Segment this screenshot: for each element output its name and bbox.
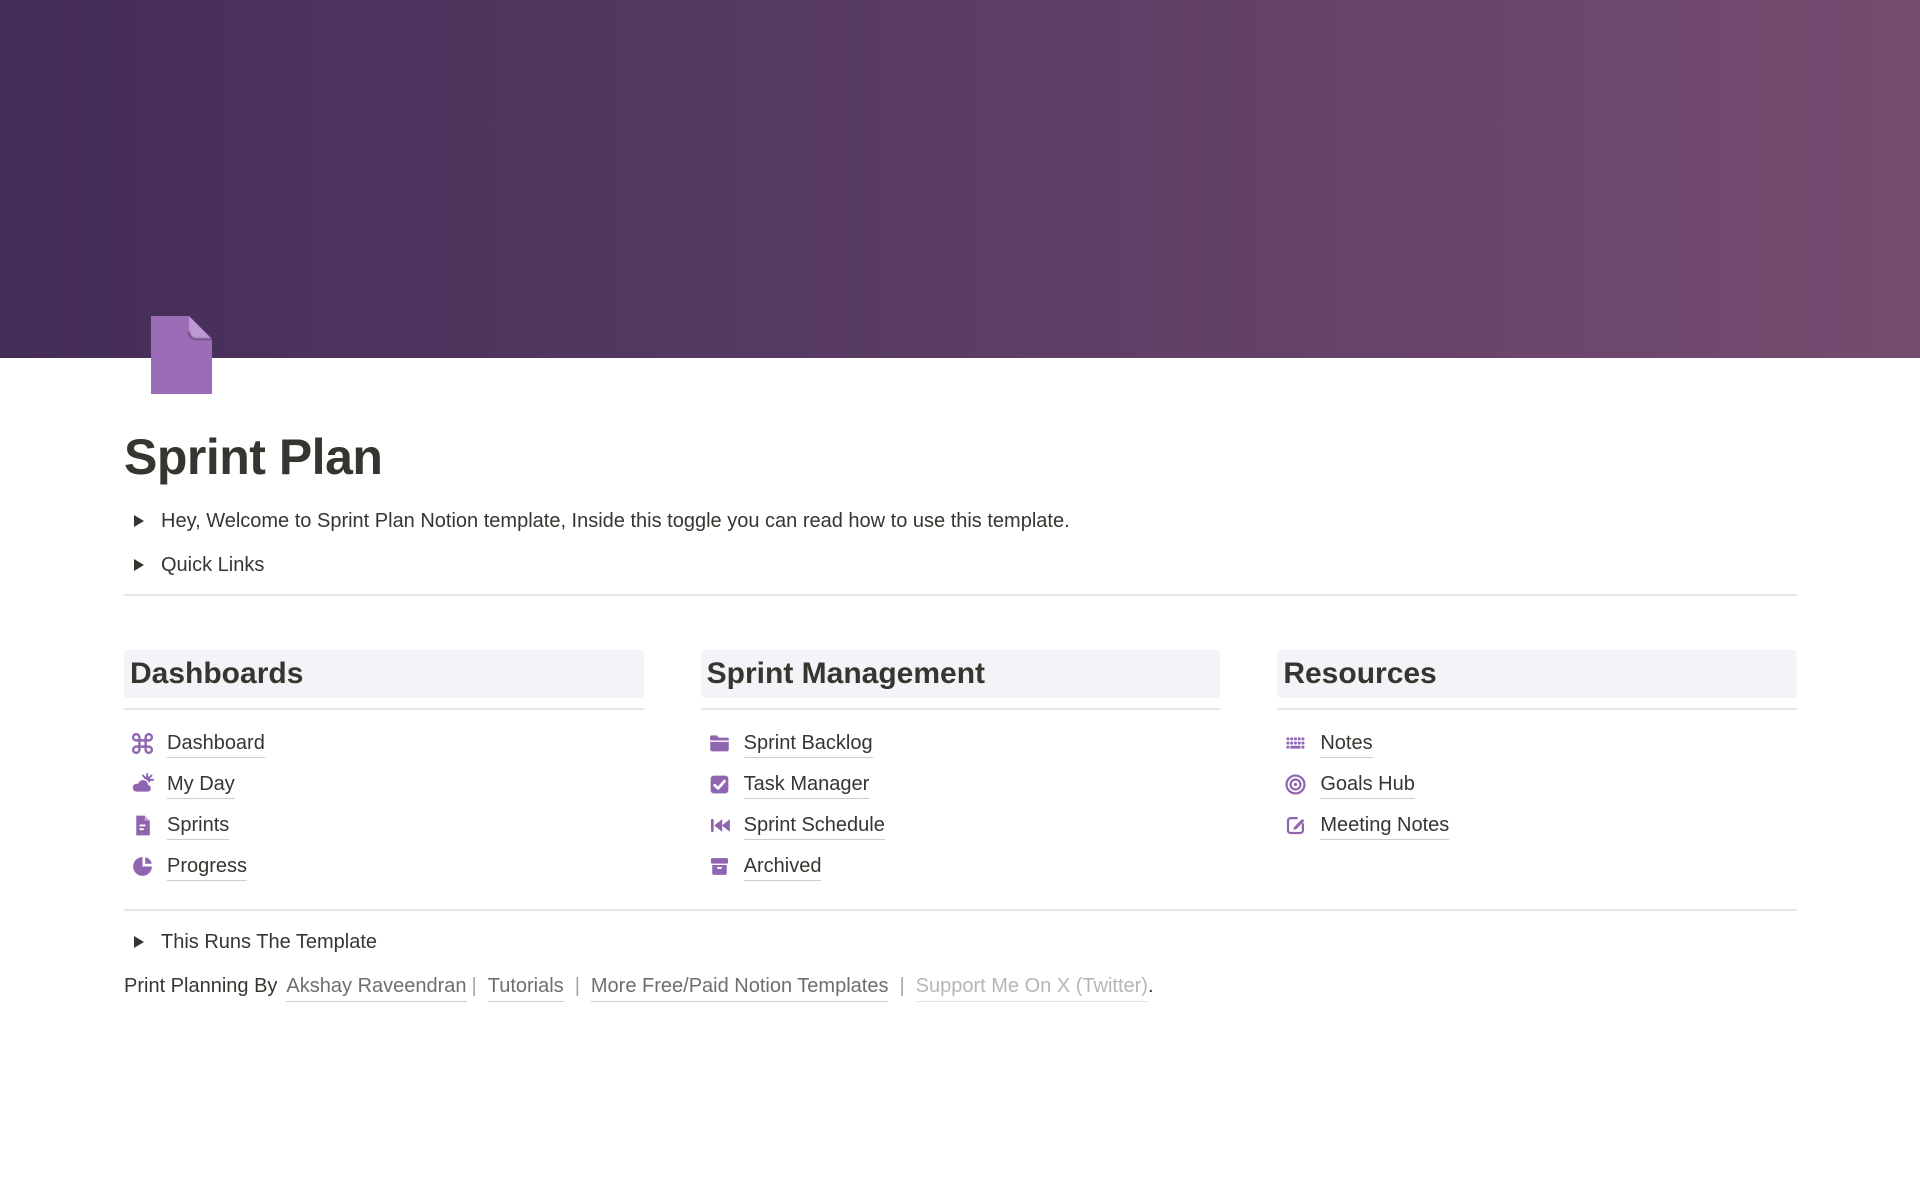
page-link-meeting-notes[interactable]: Meeting Notes [1277,805,1797,846]
compose-icon [1283,813,1308,838]
rewind-icon [707,813,732,838]
page-link-label[interactable]: Archived [744,853,822,881]
link-columns: Dashboards Dashboard [124,650,1797,887]
page-link-label[interactable]: Notes [1320,730,1372,758]
page-link-sprint-schedule[interactable]: Sprint Schedule [701,805,1221,846]
folder-icon [707,731,732,756]
footer-period: . [1148,972,1154,1000]
divider [124,708,644,710]
page-link-label[interactable]: Progress [167,853,247,881]
toggle-quick-links-label: Quick Links [161,550,264,580]
toggle-runs-template-label: This Runs The Template [161,927,377,957]
footer-prefix: Print Planning By [124,972,277,1000]
footer-templates-link[interactable]: More Free/Paid Notion Templates [591,972,889,1002]
page-link-label[interactable]: Dashboard [167,730,265,758]
footer-credits: Print Planning By Akshay Raveendran | Tu… [124,972,1797,1002]
page-link-archived[interactable]: Archived [701,846,1221,887]
footer-author-link[interactable]: Akshay Raveendran [286,972,466,1002]
archive-icon [707,854,732,879]
page-link-goals-hub[interactable]: Goals Hub [1277,764,1797,805]
command-icon [130,731,155,756]
divider [124,594,1797,596]
page-link-task-manager[interactable]: Task Manager [701,764,1221,805]
toggle-welcome-label: Hey, Welcome to Sprint Plan Notion templ… [161,506,1070,536]
pie-chart-icon [130,854,155,879]
footer-separator: | [472,972,477,1000]
column-heading: Sprint Management [701,650,1221,698]
toggle-welcome[interactable]: Hey, Welcome to Sprint Plan Notion templ… [124,506,1797,536]
toggle-runs-template[interactable]: This Runs The Template [124,927,1797,957]
page-link-my-day[interactable]: My Day [124,764,644,805]
sun-cloud-icon [130,772,155,797]
column-heading: Dashboards [124,650,644,698]
document-lines-icon [130,813,155,838]
checkbox-icon [707,772,732,797]
toggle-arrow-icon[interactable] [134,936,144,948]
page-link-notes[interactable]: Notes [1277,723,1797,764]
divider [701,708,1221,710]
toggle-arrow-icon[interactable] [134,515,144,527]
page-cover [0,0,1920,358]
page-link-sprints[interactable]: Sprints [124,805,644,846]
page-document-icon[interactable] [146,316,212,394]
divider [1277,708,1797,710]
footer-tutorials-link[interactable]: Tutorials [488,972,564,1002]
page-link-sprint-backlog[interactable]: Sprint Backlog [701,723,1221,764]
page-link-dashboard[interactable]: Dashboard [124,723,644,764]
column-resources: Resources Notes [1277,650,1797,887]
page-link-label[interactable]: Sprint Backlog [744,730,873,758]
page-link-progress[interactable]: Progress [124,846,644,887]
toggle-quick-links[interactable]: Quick Links [124,550,1797,580]
page-link-label[interactable]: Sprint Schedule [744,812,885,840]
page-link-label[interactable]: Task Manager [744,771,870,799]
divider [124,909,1797,911]
keyboard-icon [1283,731,1308,756]
page-link-label[interactable]: Meeting Notes [1320,812,1449,840]
footer-support-link[interactable]: Support Me On X (Twitter) [916,972,1148,1002]
footer-separator: | [899,972,904,1000]
target-icon [1283,772,1308,797]
page-title: Sprint Plan [124,428,1797,486]
column-heading: Resources [1277,650,1797,698]
page-content: Sprint Plan Hey, Welcome to Sprint Plan … [124,428,1797,1002]
page-link-label[interactable]: Sprints [167,812,229,840]
page-link-label[interactable]: My Day [167,771,235,799]
column-dashboards: Dashboards Dashboard [124,650,644,887]
page-link-label[interactable]: Goals Hub [1320,771,1415,799]
column-sprint-management: Sprint Management Sprint Backlog [701,650,1221,887]
footer-separator: | [575,972,580,1000]
toggle-arrow-icon[interactable] [134,559,144,571]
